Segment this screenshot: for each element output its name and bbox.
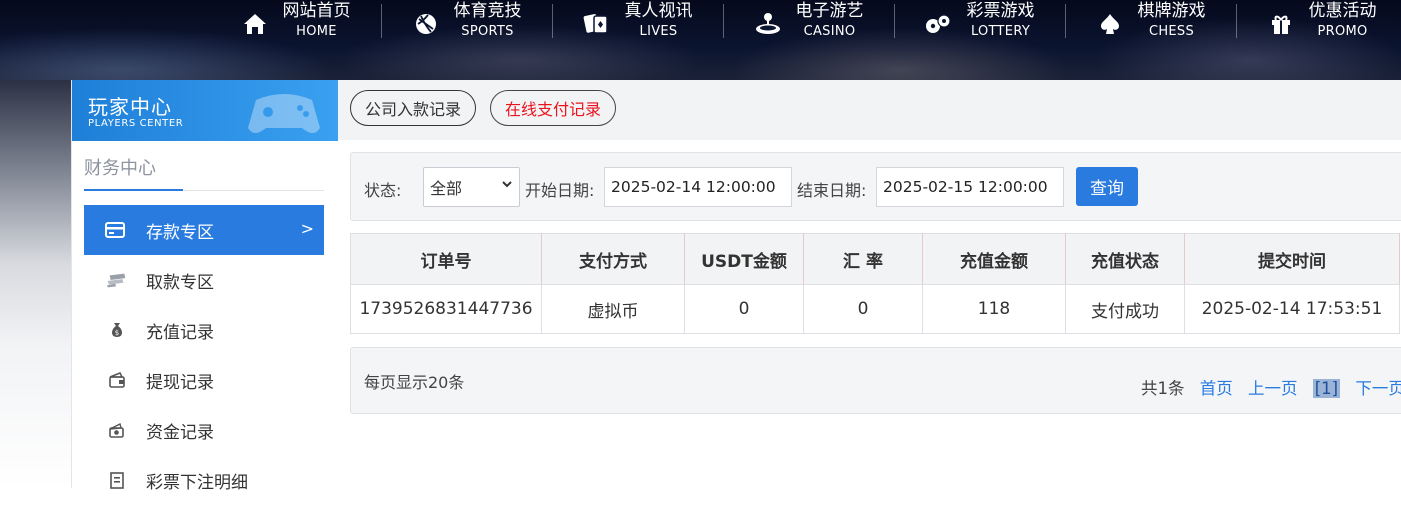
nav-sublabel: HOME [296,23,337,39]
nav-label: 体育竞技 [453,0,522,21]
players-center-header: 玩家中心 PLAYERS CENTER [72,80,338,141]
sidebar-item-label: 资金记录 [146,422,214,443]
cell-exchange-rate: 0 [803,284,923,334]
nav-label: 优惠活动 [1308,0,1377,21]
lottery-balls-icon [925,10,953,38]
sidebar-item-deposit[interactable]: 存款专区 > [84,205,324,255]
nav-home[interactable]: 网站首页 HOME [210,0,381,48]
sidebar-item-label: 取款专区 [146,272,214,293]
table-row: 1739526831447736 虚拟币 0 0 118 支付成功 2025-0… [350,284,1400,334]
col-recharge-status: 充值状态 [1065,233,1185,285]
finance-center-title: 财务中心 [84,158,156,179]
filter-bar: 状态: 全部 开始日期: 2025-02-14 12:00:00 结束日期: 2… [350,152,1401,221]
cell-submit-time: 2025-02-14 17:53:51 [1184,284,1400,334]
background-left [0,80,72,488]
status-label: 状态: [364,181,402,200]
nav-casino[interactable]: 电子游艺 CASINO [723,0,894,48]
nav-lives[interactable]: 真人视讯 LIVES [552,0,723,48]
sidebar-item-label: 充值记录 [146,322,214,343]
nav-sublabel: CHESS [1148,23,1195,39]
records-table: 订单号 支付方式 USDT金额 汇 率 充值金额 充值状态 提交时间 17395… [350,233,1400,334]
cell-order-no: 1739526831447736 [350,284,542,334]
cards-icon [583,10,611,38]
col-usdt-amount: USDT金额 [684,233,804,285]
pagination-controls: 共1条 首页 上一页 [1] 下一页 第 [1141,375,1401,399]
nav-sublabel: CASINO [803,23,856,39]
cell-recharge-amount: 118 [922,284,1066,334]
joystick-icon [754,10,782,38]
status-select-value: 全部 [430,179,463,198]
card-icon [104,219,126,241]
main-content: 公司入款记录 在线支付记录 状态: 全部 开始日期: 2025-02-14 12… [338,80,1401,488]
record-tabs: 公司入款记录 在线支付记录 [338,80,1401,140]
gift-icon [1267,10,1295,38]
players-center-title: 玩家中心 [88,95,172,119]
first-page-link[interactable]: 首页 [1200,379,1233,398]
col-payment-method: 支付方式 [541,233,685,285]
cash-icon [106,269,128,291]
nav-label: 真人视讯 [624,0,693,21]
finance-center-section: 财务中心 [84,152,324,191]
nav-sublabel: LOTTERY [970,23,1031,39]
start-date-input[interactable]: 2025-02-14 12:00:00 [604,167,792,207]
wallet-icon [106,369,128,391]
start-date-label: 开始日期: [525,181,595,200]
tab-company-deposit-records[interactable]: 公司入款记录 [350,90,476,126]
sidebar-item-lottery-bets[interactable]: 彩票下注明细 [84,455,324,505]
nav-promo[interactable]: 优惠活动 PROMO [1236,0,1401,48]
spade-icon [1096,10,1124,38]
table-header-row: 订单号 支付方式 USDT金额 汇 率 充值金额 充值状态 提交时间 [350,233,1400,285]
main-nav: 网站首页 HOME 体育竞技 SPORTS 真人视讯 LIVES 电子游艺 CASINO… [210,0,1401,48]
col-recharge-amount: 充值金额 [922,233,1066,285]
total-count: 共1条 [1141,379,1185,398]
cell-payment-method: 虚拟币 [541,284,685,334]
money-bag-icon: $ [106,319,128,341]
nav-chess[interactable]: 棋牌游戏 CHESS [1065,0,1236,48]
nav-sublabel: PROMO [1317,23,1368,39]
prev-page-link[interactable]: 上一页 [1248,379,1298,398]
nav-sublabel: SPORTS [461,23,514,39]
page-size-text: 每页显示20条 [364,373,465,392]
nav-sports[interactable]: 体育竞技 SPORTS [381,0,552,48]
current-page[interactable]: [1] [1312,379,1341,398]
sidebar-menu: 存款专区 > 取款专区 $ 充值记录 提现记录 资金记录 彩票下注明细 [84,205,324,505]
sidebar-item-withdraw[interactable]: 取款专区 [84,255,324,305]
status-select[interactable]: 全部 [423,167,520,207]
ball-icon [412,10,440,38]
next-page-link[interactable]: 下一页 [1355,379,1401,398]
nav-label: 彩票游戏 [966,0,1035,21]
chevron-down-icon [501,178,513,194]
sidebar: 玩家中心 PLAYERS CENTER 财务中心 存款专区 > 取款专区 $ 充… [71,80,339,493]
tab-online-payment-records[interactable]: 在线支付记录 [490,90,616,126]
sidebar-item-label: 彩票下注明细 [146,472,248,493]
nav-label: 棋牌游戏 [1137,0,1206,21]
nav-lottery[interactable]: 彩票游戏 LOTTERY [894,0,1065,48]
svg-text:$: $ [115,329,119,337]
col-order-no: 订单号 [350,233,542,285]
end-date-input[interactable]: 2025-02-15 12:00:00 [876,167,1064,207]
pagination-bar: 每页显示20条 共1条 首页 上一页 [1] 下一页 第 [350,347,1401,414]
chevron-right-icon: > [300,219,314,238]
end-date-label: 结束日期: [797,181,867,200]
nav-sublabel: LIVES [639,23,678,39]
sidebar-item-fund-records[interactable]: 资金记录 [84,405,324,455]
cell-recharge-status: 支付成功 [1065,284,1185,334]
sidebar-item-recharge-records[interactable]: $ 充值记录 [84,305,324,355]
nav-label: 电子游艺 [795,0,864,21]
nav-label: 网站首页 [282,0,351,21]
fund-icon [106,419,128,441]
sidebar-item-label: 存款专区 [146,222,214,243]
col-submit-time: 提交时间 [1184,233,1400,285]
gamepad-icon [242,84,326,141]
sidebar-item-label: 提现记录 [146,372,214,393]
section-underline [84,189,183,191]
col-exchange-rate: 汇 率 [803,233,923,285]
players-center-subtitle: PLAYERS CENTER [88,118,184,129]
sidebar-item-withdraw-records[interactable]: 提现记录 [84,355,324,405]
cell-usdt-amount: 0 [684,284,804,334]
home-icon [241,10,269,38]
query-button[interactable]: 查询 [1076,167,1138,206]
